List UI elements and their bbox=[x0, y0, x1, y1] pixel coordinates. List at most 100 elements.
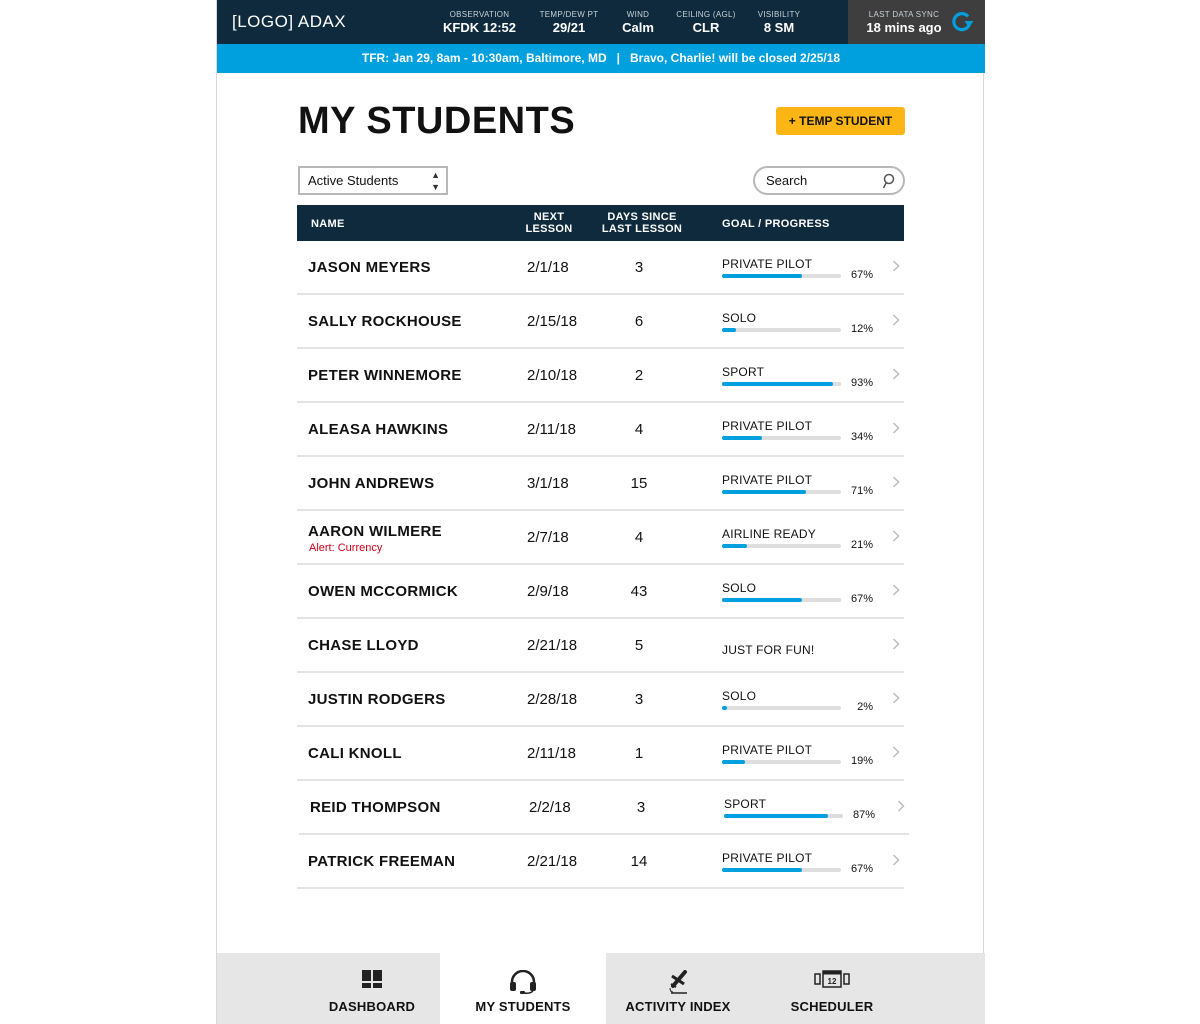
column-header-next-lesson[interactable]: NEXT LESSON bbox=[519, 211, 579, 235]
tab-dashboard[interactable]: DASHBOARD bbox=[287, 953, 457, 1024]
app-window: [LOGO] ADAX OBSERVATION KFDK 12:52 TEMP/… bbox=[216, 0, 985, 1024]
student-row[interactable]: PATRICK FREEMAN 2/21/18 14 PRIVATE PILOT 67% bbox=[297, 835, 904, 889]
chevron-right-icon[interactable] bbox=[892, 530, 900, 542]
progress-bar bbox=[722, 706, 841, 710]
column-header-days-since[interactable]: DAYS SINCE LAST LESSON bbox=[597, 211, 687, 235]
refresh-icon[interactable] bbox=[949, 10, 975, 34]
search-box[interactable] bbox=[753, 166, 905, 195]
search-input[interactable] bbox=[766, 173, 876, 188]
student-row[interactable]: PETER WINNEMORE 2/10/18 2 SPORT 93% bbox=[297, 349, 904, 403]
student-row[interactable]: CALI KNOLL 2/11/18 1 PRIVATE PILOT 19% bbox=[297, 727, 904, 781]
weather-value: Calm bbox=[622, 20, 654, 35]
header-line: DAYS SINCE bbox=[607, 211, 677, 223]
student-row[interactable]: AARON WILMERE Alert: Currency 2/7/18 4 AIRLI… bbox=[297, 511, 904, 565]
chevron-right-icon[interactable] bbox=[892, 314, 900, 326]
student-row[interactable]: JOHN ANDREWS 3/1/18 15 PRIVATE PILOT 71% bbox=[297, 457, 904, 511]
student-alert: Alert: Currency bbox=[309, 542, 383, 554]
weather-value: 29/21 bbox=[552, 20, 586, 35]
student-name: AARON WILMERE bbox=[308, 523, 442, 540]
app-logo: [LOGO] ADAX bbox=[232, 12, 347, 31]
select-arrows-icon: ▲ ▼ bbox=[431, 170, 440, 192]
chevron-right-icon[interactable] bbox=[897, 800, 905, 812]
next-lesson-date: 3/1/18 bbox=[527, 475, 569, 492]
tab-label: SCHEDULER bbox=[790, 999, 874, 1014]
banner-separator: | bbox=[616, 51, 620, 65]
sync-value: 18 mins ago bbox=[866, 20, 942, 35]
chevron-right-icon[interactable] bbox=[892, 746, 900, 758]
filter-selected-value: Active Students bbox=[308, 173, 399, 188]
student-name: OWEN MCCORMICK bbox=[308, 583, 459, 600]
progress-bar bbox=[722, 490, 841, 494]
tab-label: DASHBOARD bbox=[328, 999, 416, 1014]
days-since-last-lesson: 4 bbox=[634, 529, 644, 546]
weather-ceiling: CEILING (AGL) CLR bbox=[673, 10, 739, 35]
progress-percent: 67% bbox=[850, 593, 873, 605]
student-row[interactable]: ALEASA HAWKINS 2/11/18 4 PRIVATE PILOT 34% bbox=[297, 403, 904, 457]
progress-bar-fill bbox=[722, 274, 802, 278]
notice-banner: TFR: Jan 29, 8am - 10:30am, Baltimore, M… bbox=[217, 44, 985, 73]
chevron-right-icon[interactable] bbox=[892, 260, 900, 272]
days-since-last-lesson: 43 bbox=[630, 583, 648, 600]
progress-bar bbox=[722, 544, 841, 548]
airplane-icon bbox=[669, 970, 687, 994]
column-header-goal[interactable]: GOAL / PROGRESS bbox=[722, 218, 830, 230]
tab-my-students[interactable]: MY STUDENTS bbox=[440, 953, 606, 1024]
student-list: JASON MEYERS 2/1/18 3 PRIVATE PILOT 67% SALLY… bbox=[297, 241, 909, 889]
chevron-right-icon[interactable] bbox=[892, 584, 900, 596]
student-row[interactable]: CHASE LLOYD 2/21/18 5 JUST FOR FUN! bbox=[297, 619, 904, 673]
days-since-last-lesson: 1 bbox=[634, 745, 644, 762]
progress-bar bbox=[724, 814, 843, 818]
chevron-right-icon[interactable] bbox=[892, 692, 900, 704]
student-row[interactable]: REID THOMPSON 2/2/18 3 SPORT 87% bbox=[299, 781, 909, 835]
chevron-right-icon[interactable] bbox=[892, 638, 900, 650]
student-name: PATRICK FREEMAN bbox=[308, 853, 456, 870]
progress-percent: 87% bbox=[852, 809, 875, 821]
progress-bar bbox=[722, 274, 841, 278]
progress-percent: 12% bbox=[850, 323, 873, 335]
goal-label: SOLO bbox=[722, 581, 757, 595]
tab-activity-index[interactable]: ACTIVITY INDEX bbox=[606, 953, 750, 1024]
progress-bar-fill bbox=[722, 760, 745, 764]
chevron-right-icon[interactable] bbox=[892, 368, 900, 380]
student-row[interactable]: JASON MEYERS 2/1/18 3 PRIVATE PILOT 67% bbox=[297, 241, 904, 295]
tab-scheduler[interactable]: 12 SCHEDULER bbox=[757, 953, 907, 1024]
next-lesson-date: 2/28/18 bbox=[527, 691, 578, 708]
days-since-last-lesson: 5 bbox=[634, 637, 644, 654]
days-since-last-lesson: 3 bbox=[634, 691, 644, 708]
next-lesson-date: 2/7/18 bbox=[527, 529, 569, 546]
next-lesson-date: 2/9/18 bbox=[527, 583, 569, 600]
closure-notice: Bravo, Charlie! will be closed 2/25/18 bbox=[630, 51, 841, 65]
student-filter-select[interactable]: Active Students ▲ ▼ bbox=[298, 166, 448, 195]
chevron-right-icon[interactable] bbox=[892, 422, 900, 434]
column-header-name[interactable]: NAME bbox=[311, 218, 345, 230]
days-since-last-lesson: 2 bbox=[634, 367, 644, 384]
chevron-right-icon[interactable] bbox=[892, 854, 900, 866]
student-row[interactable]: OWEN MCCORMICK 2/9/18 43 SOLO 67% bbox=[297, 565, 904, 619]
next-lesson-date: 2/2/18 bbox=[529, 799, 571, 816]
progress-bar-fill bbox=[722, 544, 747, 548]
progress-bar-fill bbox=[722, 328, 737, 332]
progress-percent: 67% bbox=[850, 269, 873, 281]
progress-bar-fill bbox=[724, 814, 828, 818]
goal-label: PRIVATE PILOT bbox=[722, 851, 813, 865]
page-title: MY STUDENTS bbox=[298, 100, 576, 142]
sync-label: LAST DATA SYNC bbox=[868, 10, 940, 19]
table-header: NAME NEXT LESSON DAYS SINCE LAST LESSON … bbox=[297, 205, 904, 241]
tab-label: ACTIVITY INDEX bbox=[625, 999, 731, 1014]
chevron-right-icon[interactable] bbox=[892, 476, 900, 488]
student-name: CALI KNOLL bbox=[308, 745, 402, 762]
progress-percent: 34% bbox=[850, 431, 873, 443]
weather-label: OBSERVATION bbox=[449, 10, 510, 19]
weather-label: WIND bbox=[626, 10, 650, 19]
goal-label: PRIVATE PILOT bbox=[722, 419, 813, 433]
last-data-sync: LAST DATA SYNC 18 mins ago bbox=[864, 10, 944, 35]
progress-percent: 21% bbox=[850, 539, 873, 551]
add-temp-student-button[interactable]: + TEMP STUDENT bbox=[776, 107, 905, 135]
student-name: SALLY ROCKHOUSE bbox=[308, 313, 462, 330]
data-sync-panel: LAST DATA SYNC 18 mins ago bbox=[848, 0, 985, 44]
search-icon[interactable] bbox=[881, 173, 895, 189]
student-row[interactable]: SALLY ROCKHOUSE 2/15/18 6 SOLO 12% bbox=[297, 295, 904, 349]
days-since-last-lesson: 3 bbox=[634, 259, 644, 276]
goal-label: PRIVATE PILOT bbox=[722, 257, 813, 271]
student-row[interactable]: JUSTIN RODGERS 2/28/18 3 SOLO 2% bbox=[297, 673, 904, 727]
